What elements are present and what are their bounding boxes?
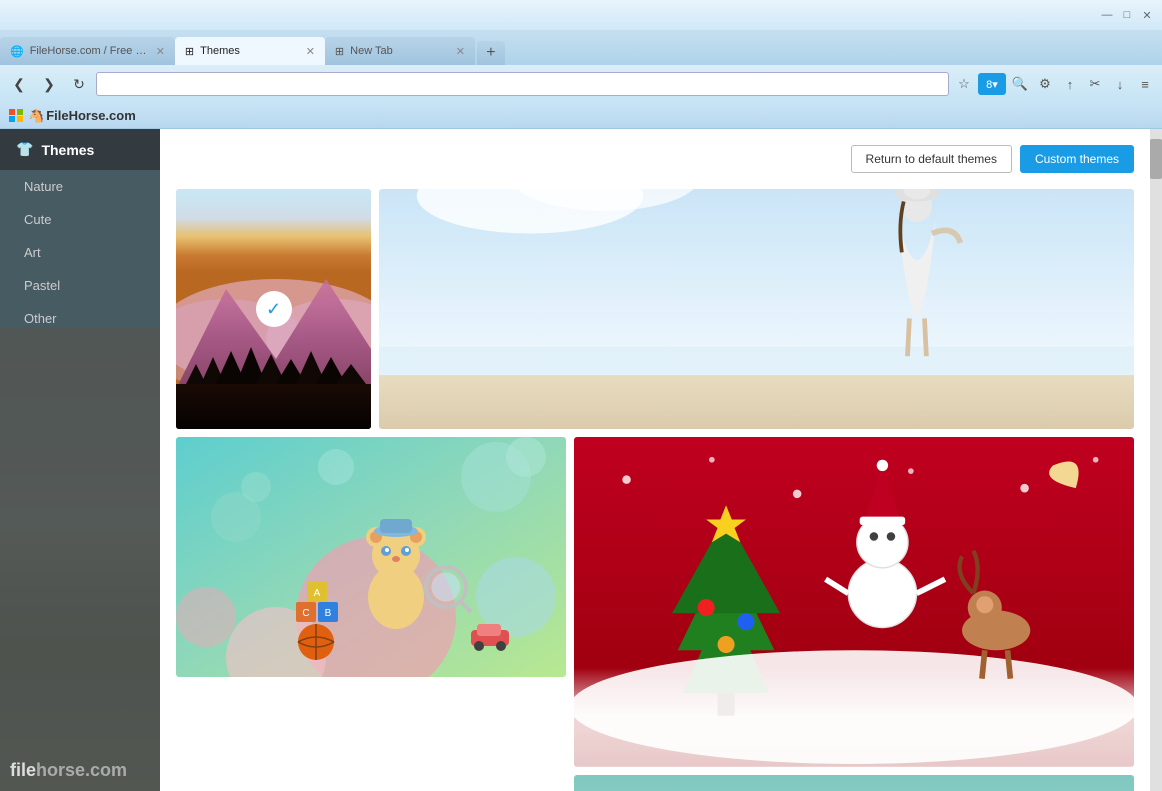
sidebar-item-art[interactable]: Art — [0, 236, 160, 269]
tab-label-3: New Tab — [350, 45, 393, 57]
selected-checkmark: ✓ — [256, 291, 292, 327]
filehorse-text: FileHorse.com — [46, 108, 136, 123]
theme-item-beach[interactable] — [379, 189, 1134, 429]
address-bar: ❮ ❯ ↻ ☆ 8▾ 🔍 ⚙ ↑ ✂ ↓ ≡ — [0, 65, 1162, 103]
toolbar-icons: ☆ 8▾ 🔍 ⚙ ↑ ✂ ↓ ≡ — [953, 73, 1156, 95]
download-icon[interactable]: ↓ — [1109, 73, 1131, 95]
main-content: 👕 Themes Nature Cute Art Pastel Other — [0, 129, 1162, 791]
sidebar-item-pastel[interactable]: Pastel — [0, 269, 160, 302]
search-icon[interactable]: 🔍 — [1009, 73, 1031, 95]
browser-window: — □ ✕ 🌐 FileHorse.com / Free Soft ✕ ⊞ Th… — [0, 0, 1162, 791]
theme-item-sunset[interactable]: ✓ — [176, 189, 371, 429]
sidebar-title: 👕 Themes — [0, 129, 160, 170]
minimize-button[interactable]: — — [1100, 8, 1114, 22]
scrollbar-track[interactable] — [1150, 129, 1162, 791]
user-icon[interactable]: 8▾ — [978, 73, 1006, 95]
theme-item-winter[interactable] — [574, 775, 1134, 791]
upload-icon[interactable]: ↑ — [1059, 73, 1081, 95]
return-default-button[interactable]: Return to default themes — [851, 145, 1012, 173]
refresh-button[interactable]: ↻ — [66, 71, 92, 97]
filehorse-logo: 🐴 FileHorse.com — [28, 108, 136, 124]
top-buttons: Return to default themes Custom themes — [176, 145, 1134, 173]
new-tab-button[interactable]: + — [477, 41, 505, 65]
tab-bar: 🌐 FileHorse.com / Free Soft ✕ ⊞ Themes ✕… — [0, 30, 1162, 65]
tab-label-2: Themes — [200, 45, 240, 57]
title-bar: — □ ✕ — [0, 0, 1162, 30]
tab-favicon-2: ⊞ — [185, 45, 194, 58]
tab-favicon: 🌐 — [10, 45, 24, 58]
themes-grid: ✓ — [176, 189, 1134, 791]
sidebar-item-cute[interactable]: Cute — [0, 203, 160, 236]
extension-icon[interactable]: ⚙ — [1034, 73, 1056, 95]
bookmark-filehorse[interactable]: 🐴 FileHorse.com — [8, 108, 136, 124]
themes-icon: 👕 — [16, 141, 33, 158]
right-column — [574, 437, 1134, 791]
bookmarks-bar: 🐴 FileHorse.com — [0, 103, 1162, 129]
forward-button[interactable]: ❯ — [36, 71, 62, 97]
svg-text:B: B — [325, 608, 332, 619]
tab-newtab[interactable]: ⊞ New Tab ✕ — [325, 37, 475, 65]
close-button[interactable]: ✕ — [1140, 8, 1154, 22]
themes-row-2: C B A — [176, 437, 1134, 791]
sidebar-item-nature[interactable]: Nature — [0, 170, 160, 203]
scrollbar-thumb[interactable] — [1150, 139, 1162, 179]
theme-item-christmas[interactable] — [574, 437, 1134, 767]
theme-item-cute[interactable]: C B A — [176, 437, 566, 677]
watermark: filehorse.com — [10, 760, 127, 781]
svg-text:A: A — [314, 588, 321, 599]
tab-close-2-icon[interactable]: ✕ — [306, 45, 315, 58]
tab-label: FileHorse.com / Free Soft — [30, 45, 150, 57]
tab-filehorse[interactable]: 🌐 FileHorse.com / Free Soft ✕ — [0, 37, 175, 65]
tab-themes[interactable]: ⊞ Themes ✕ — [175, 37, 325, 65]
themes-row-1: ✓ — [176, 189, 1134, 429]
ms-logo — [8, 108, 24, 124]
tab-close-icon[interactable]: ✕ — [156, 45, 165, 58]
menu-icon[interactable]: ≡ — [1134, 73, 1156, 95]
scissors-icon[interactable]: ✂ — [1084, 73, 1106, 95]
svg-text:C: C — [302, 608, 309, 619]
star-icon[interactable]: ☆ — [953, 73, 975, 95]
tab-favicon-3: ⊞ — [335, 45, 344, 58]
tab-close-3-icon[interactable]: ✕ — [456, 45, 465, 58]
address-input[interactable] — [96, 72, 949, 96]
custom-themes-button[interactable]: Custom themes — [1020, 145, 1134, 173]
sidebar: 👕 Themes Nature Cute Art Pastel Other — [0, 129, 160, 791]
themes-panel[interactable]: Return to default themes Custom themes — [160, 129, 1150, 791]
back-button[interactable]: ❮ — [6, 71, 32, 97]
sidebar-item-other[interactable]: Other — [0, 302, 160, 335]
maximize-button[interactable]: □ — [1120, 8, 1134, 22]
